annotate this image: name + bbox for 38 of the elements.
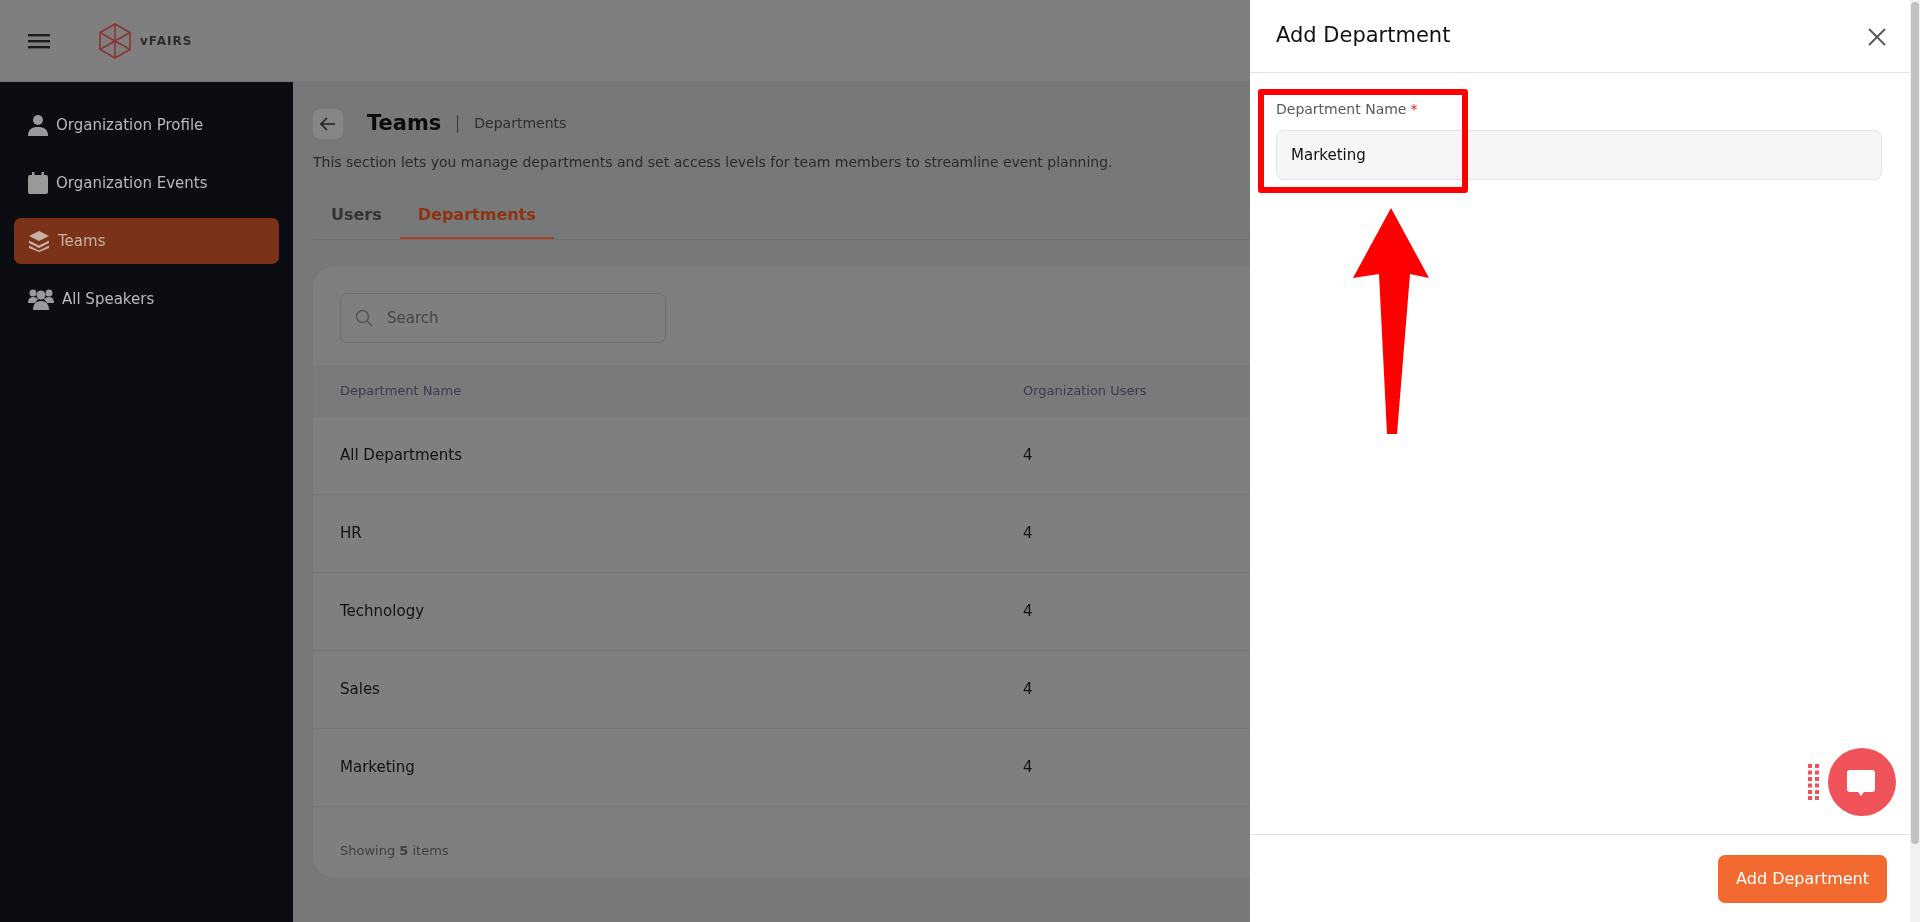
field-label: Department Name	[1276, 100, 1407, 119]
search-field[interactable]: Search	[340, 292, 666, 343]
panel-title: Add Department	[1276, 22, 1451, 50]
arrow-left-icon	[320, 117, 336, 132]
calendar-icon	[28, 172, 48, 194]
person-icon	[28, 114, 48, 136]
chat-icon[interactable]	[1828, 748, 1896, 816]
column-header: Department Name	[340, 382, 462, 398]
sidebar-item[interactable]: Organization Events	[14, 160, 279, 206]
page-title: Teams	[367, 110, 442, 137]
table-cell: 4	[1023, 757, 1033, 776]
brand-name: vFAIRS	[140, 32, 193, 50]
table-cell: 4	[1023, 601, 1033, 620]
scrollbar[interactable]	[1910, 0, 1920, 922]
table-cell: Technology	[340, 601, 425, 620]
table-cell: 4	[1023, 445, 1033, 464]
table-cell: HR	[340, 523, 362, 542]
required-mark: *	[1410, 100, 1418, 119]
cube-logo-icon	[98, 22, 132, 59]
table-cell: Marketing	[340, 757, 415, 776]
people-icon	[28, 288, 54, 310]
grip-icon[interactable]	[1808, 764, 1820, 800]
page-description: This section lets you manage departments and set access levels for team members to streamline event planning.	[313, 152, 1113, 172]
sidebar-item[interactable]: Organization Profile	[14, 102, 279, 148]
table-cell: 4	[1023, 523, 1033, 542]
sidebar-item[interactable]: All Speakers	[14, 276, 279, 322]
table-cell: All Departments	[340, 445, 462, 464]
table-cell: 4	[1023, 679, 1033, 698]
close-icon	[1868, 27, 1886, 46]
department-name-input[interactable]: Marketing	[1276, 130, 1882, 180]
layers-icon	[28, 230, 50, 252]
column-header: Organization Users	[1023, 382, 1147, 398]
back-button[interactable]	[313, 108, 343, 139]
menu-icon[interactable]	[28, 32, 50, 49]
sidebar-item[interactable]: Teams	[14, 218, 279, 264]
table-cell: Sales	[340, 679, 380, 698]
item-count: Showing 5 items	[340, 841, 449, 860]
breadcrumb: Departments	[474, 114, 567, 134]
